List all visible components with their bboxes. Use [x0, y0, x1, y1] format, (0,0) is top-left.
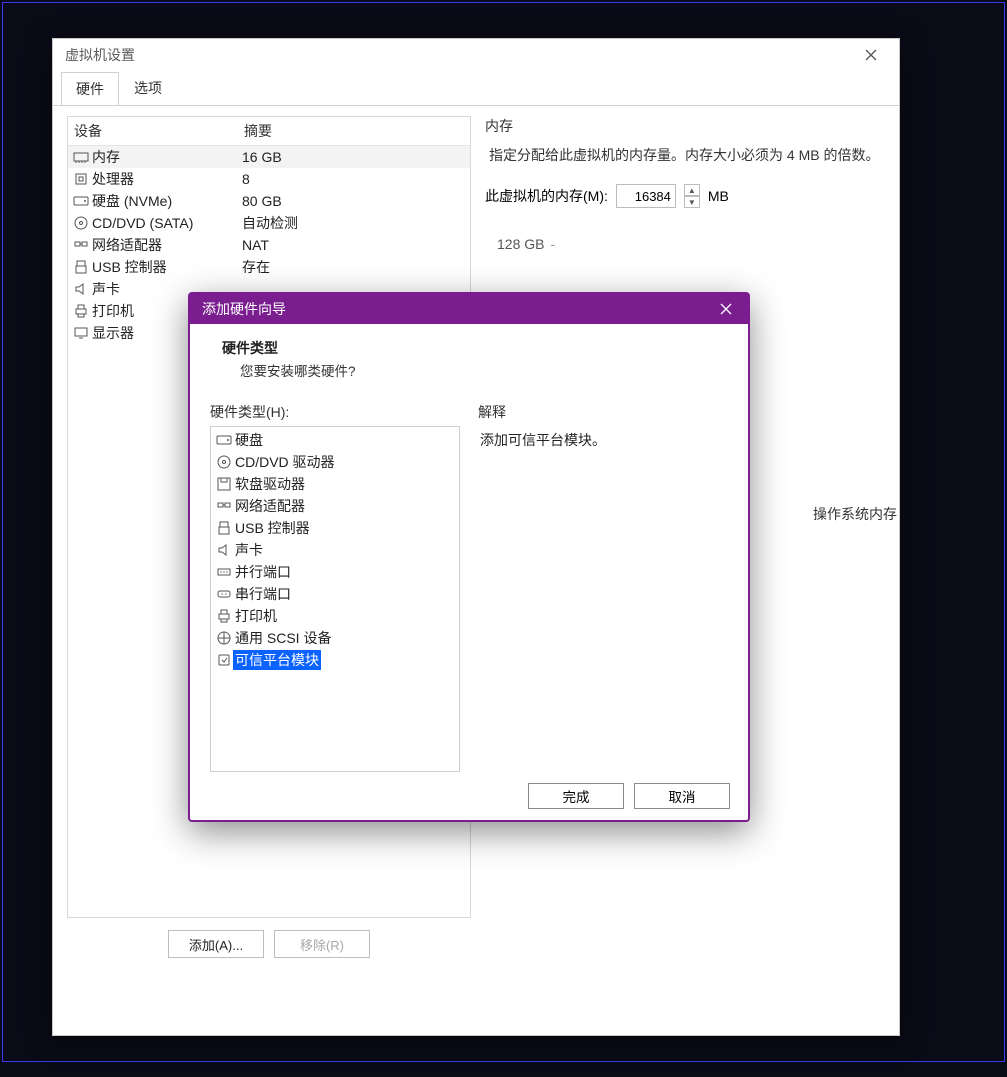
- device-summary: 16 GB: [242, 149, 466, 165]
- device-name: 网络适配器: [90, 235, 242, 255]
- scsi-icon: [215, 630, 233, 646]
- hardware-type-label: CD/DVD 驱动器: [233, 452, 335, 472]
- printer-icon: [72, 303, 90, 319]
- device-name: 硬盘 (NVMe): [90, 191, 242, 211]
- hardware-type-label: 硬盘: [233, 430, 263, 450]
- floppy-icon: [215, 476, 233, 492]
- device-row[interactable]: 处理器8: [68, 168, 470, 190]
- memory-title: 内存: [485, 116, 885, 136]
- device-summary: 8: [242, 171, 466, 187]
- tab-hardware[interactable]: 硬件: [61, 72, 119, 106]
- os-memory-note: 操作系统内存: [813, 504, 897, 524]
- hardware-type-item[interactable]: 网络适配器: [211, 495, 459, 517]
- device-summary: 80 GB: [242, 193, 466, 209]
- hardware-type-label: 声卡: [233, 540, 263, 560]
- sound-icon: [215, 542, 233, 558]
- wizard-subheading: 您要安装哪类硬件?: [222, 360, 728, 380]
- hardware-type-item[interactable]: 声卡: [211, 539, 459, 561]
- device-row[interactable]: 硬盘 (NVMe)80 GB: [68, 190, 470, 212]
- wizard-heading: 硬件类型: [222, 338, 728, 358]
- explain-text: 添加可信平台模块。: [478, 426, 728, 454]
- hardware-type-item[interactable]: 软盘驱动器: [211, 473, 459, 495]
- add-button[interactable]: 添加(A)...: [168, 930, 264, 958]
- hardware-type-item[interactable]: 可信平台模块: [211, 649, 459, 671]
- net-icon: [72, 237, 90, 253]
- hardware-type-label: 并行端口: [233, 562, 291, 582]
- disk-icon: [72, 193, 90, 209]
- explain-label: 解释: [478, 402, 728, 422]
- tab-strip: 硬件 选项: [53, 71, 899, 105]
- hardware-type-item[interactable]: USB 控制器: [211, 517, 459, 539]
- memory-stepper[interactable]: ▲▼: [684, 184, 700, 208]
- hardware-type-label: 可信平台模块: [233, 650, 321, 670]
- device-summary: 存在: [242, 257, 466, 277]
- add-hardware-wizard: 添加硬件向导 硬件类型 您要安装哪类硬件? 硬件类型(H): 硬盘CD/DVD …: [188, 292, 750, 822]
- display-icon: [72, 325, 90, 341]
- finish-button[interactable]: 完成: [528, 783, 624, 809]
- device-name: 处理器: [90, 169, 242, 189]
- col-device: 设备: [68, 117, 238, 145]
- tab-options[interactable]: 选项: [119, 71, 177, 105]
- slider-tick-label: 128 GB-: [497, 236, 555, 252]
- device-name: CD/DVD (SATA): [90, 215, 242, 231]
- tpm-icon: [215, 652, 233, 668]
- wizard-titlebar: 添加硬件向导: [190, 294, 748, 324]
- hardware-type-label: 网络适配器: [233, 496, 305, 516]
- cpu-icon: [72, 171, 90, 187]
- memory-unit: MB: [708, 188, 729, 204]
- memory-desc: 指定分配给此虚拟机的内存量。内存大小必须为 4 MB 的倍数。: [485, 144, 885, 166]
- hardware-type-item[interactable]: 硬盘: [211, 429, 459, 451]
- titlebar: 虚拟机设置: [53, 39, 899, 71]
- close-icon[interactable]: [849, 42, 893, 68]
- device-row[interactable]: USB 控制器存在: [68, 256, 470, 278]
- dialog-title: 虚拟机设置: [65, 45, 135, 65]
- usb-icon: [215, 520, 233, 536]
- hardware-type-label: 串行端口: [233, 584, 291, 604]
- hardware-type-item[interactable]: 串行端口: [211, 583, 459, 605]
- device-summary: 自动检测: [242, 213, 466, 233]
- serial-icon: [215, 586, 233, 602]
- hardware-type-list[interactable]: 硬盘CD/DVD 驱动器软盘驱动器网络适配器USB 控制器声卡并行端口串行端口打…: [210, 426, 460, 772]
- cd-icon: [215, 454, 233, 470]
- hardware-type-item[interactable]: 打印机: [211, 605, 459, 627]
- sound-icon: [72, 281, 90, 297]
- device-row[interactable]: 网络适配器NAT: [68, 234, 470, 256]
- cancel-button[interactable]: 取消: [634, 783, 730, 809]
- hardware-type-item[interactable]: 通用 SCSI 设备: [211, 627, 459, 649]
- close-icon[interactable]: [712, 298, 740, 320]
- hardware-type-label: 硬件类型(H):: [210, 402, 460, 422]
- wizard-title: 添加硬件向导: [202, 299, 286, 319]
- hardware-type-label: 打印机: [233, 606, 277, 626]
- device-row[interactable]: 内存16 GB: [68, 146, 470, 168]
- memory-label: 此虚拟机的内存(M):: [485, 186, 608, 206]
- hardware-type-label: 软盘驱动器: [233, 474, 305, 494]
- hardware-type-label: USB 控制器: [233, 518, 310, 538]
- hardware-type-label: 通用 SCSI 设备: [233, 628, 331, 648]
- port-icon: [215, 564, 233, 580]
- memory-icon: [72, 149, 90, 165]
- device-summary: NAT: [242, 237, 466, 253]
- hardware-type-item[interactable]: 并行端口: [211, 561, 459, 583]
- net-icon: [215, 498, 233, 514]
- device-name: USB 控制器: [90, 257, 242, 277]
- remove-button[interactable]: 移除(R): [274, 930, 370, 958]
- col-summary: 摘要: [238, 117, 470, 145]
- hardware-type-item[interactable]: CD/DVD 驱动器: [211, 451, 459, 473]
- printer-icon: [215, 608, 233, 624]
- memory-input[interactable]: [616, 184, 676, 208]
- cd-icon: [72, 215, 90, 231]
- device-name: 内存: [90, 147, 242, 167]
- usb-icon: [72, 259, 90, 275]
- device-row[interactable]: CD/DVD (SATA)自动检测: [68, 212, 470, 234]
- disk-icon: [215, 432, 233, 448]
